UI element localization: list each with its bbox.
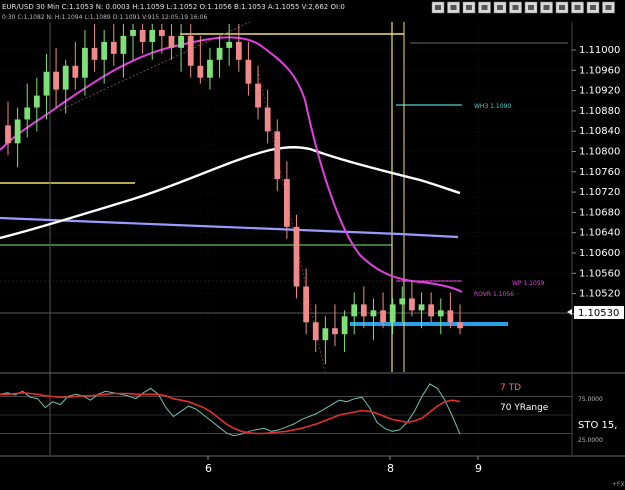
candle-down[interactable] [447,310,454,323]
stoch-axis-upper: 75.0000 [578,396,603,403]
candle-up[interactable] [322,328,329,341]
candle-up[interactable] [101,41,108,60]
text-icon-glyph [512,5,519,10]
candle-up[interactable] [207,59,213,78]
candle-down[interactable] [293,226,300,287]
price-tick-label: 1.10840 [579,126,620,137]
price-tick-label: 1.10720 [579,187,620,198]
candle-down[interactable] [197,65,204,78]
candle-up[interactable] [437,310,444,317]
price-tick-label: 1.10800 [579,147,620,158]
candle-up[interactable] [370,310,377,317]
time-tick-label: 6 [205,462,212,475]
candle-up[interactable] [216,47,223,60]
candle-down[interactable] [72,65,79,78]
rovr-label: ROVR 1.1056 [474,291,514,298]
time-tick-label: 9 [475,462,482,475]
candle-down[interactable] [91,47,98,60]
candle-up[interactable] [149,29,156,42]
candle-up[interactable] [14,119,21,144]
price-tick-label: 1.10960 [579,65,620,76]
candle-down[interactable] [264,107,271,132]
candle-down[interactable] [139,29,146,42]
scroll-right-icon-glyph [574,5,581,10]
price-tick-label: 1.10760 [579,167,620,178]
candle-down[interactable] [360,304,367,317]
chart-subtitle: 0:30 C:1.1082 N: H:1.1094 L:1.1089 O:1.1… [2,14,207,21]
chart-title: EUR/USD 30 Min C:1.1053 N: 0.0003 H:1.10… [2,3,345,11]
price-tick-label: 1.10880 [579,106,620,117]
candle-down[interactable] [245,59,252,84]
grid-icon-glyph [435,5,441,10]
candle-up[interactable] [130,29,136,36]
candle-down[interactable] [428,304,435,317]
wp-label: WP 1.1059 [512,280,545,287]
zoom-in-icon-glyph [450,5,457,10]
trading-chart[interactable]: EUR/USD 30 Min C:1.1053 N: 0.0003 H:1.10… [0,0,625,490]
stochastic-name: STO 15, [578,420,617,431]
wh3-label: WH3 1.1090 [474,103,511,110]
current-price-tag: 1.10530 [567,306,624,319]
candle-up[interactable] [389,304,396,323]
scroll-left-icon-glyph [559,5,565,10]
candle-up[interactable] [418,304,425,311]
candle-up[interactable] [62,65,69,90]
close-icon-glyph [605,5,612,10]
current-price-label: 1.10530 [578,308,619,319]
zoom-out-icon-glyph [466,5,472,10]
stoch-axis-lower: 25.0000 [578,437,603,444]
crosshair-icon-glyph [481,5,488,10]
yrange-label: 70 YRange [500,403,549,413]
candle-down[interactable] [168,35,175,48]
candle-up[interactable] [226,41,233,48]
candle-up[interactable] [178,35,184,48]
candle-down[interactable] [284,179,290,227]
candle-down[interactable] [457,322,463,329]
candle-down[interactable] [187,35,194,66]
candle-down[interactable] [110,41,117,54]
price-tick-label: 1.10680 [579,207,620,218]
candle-up[interactable] [120,35,127,54]
candle-down[interactable] [158,29,165,36]
candle-down[interactable] [312,322,319,341]
td-label: 7 TD [500,383,521,393]
candle-up[interactable] [33,95,40,108]
candle-up[interactable] [399,298,406,305]
price-tick-label: 1.10600 [579,248,620,259]
candle-down[interactable] [332,328,338,335]
candle-down[interactable] [255,83,261,108]
candle-up[interactable] [341,316,348,335]
time-tick-label: 8 [387,462,394,475]
candle-up[interactable] [43,71,50,96]
measure-icon-glyph [528,5,534,10]
price-tick-label: 1.10920 [579,86,620,97]
price-tick-label: 1.10560 [579,268,620,279]
candle-down[interactable] [409,298,415,311]
candle-up[interactable] [351,304,358,317]
ruler-icon-glyph [543,5,550,10]
candle-down[interactable] [235,41,242,60]
candle-down[interactable] [303,286,310,323]
corner-label: +FX [612,481,625,488]
settings-icon-glyph [590,5,596,10]
price-tick-label: 1.11000 [579,45,620,56]
candle-up[interactable] [82,47,88,78]
candle-down[interactable] [380,310,386,323]
price-tick-label: 1.10640 [579,228,620,239]
price-tick-label: 1.10520 [579,289,620,300]
candle-down[interactable] [5,125,11,144]
candle-down[interactable] [274,131,281,180]
candle-up[interactable] [24,107,31,120]
draw-icon-glyph [497,5,503,10]
candle-down[interactable] [53,71,59,90]
